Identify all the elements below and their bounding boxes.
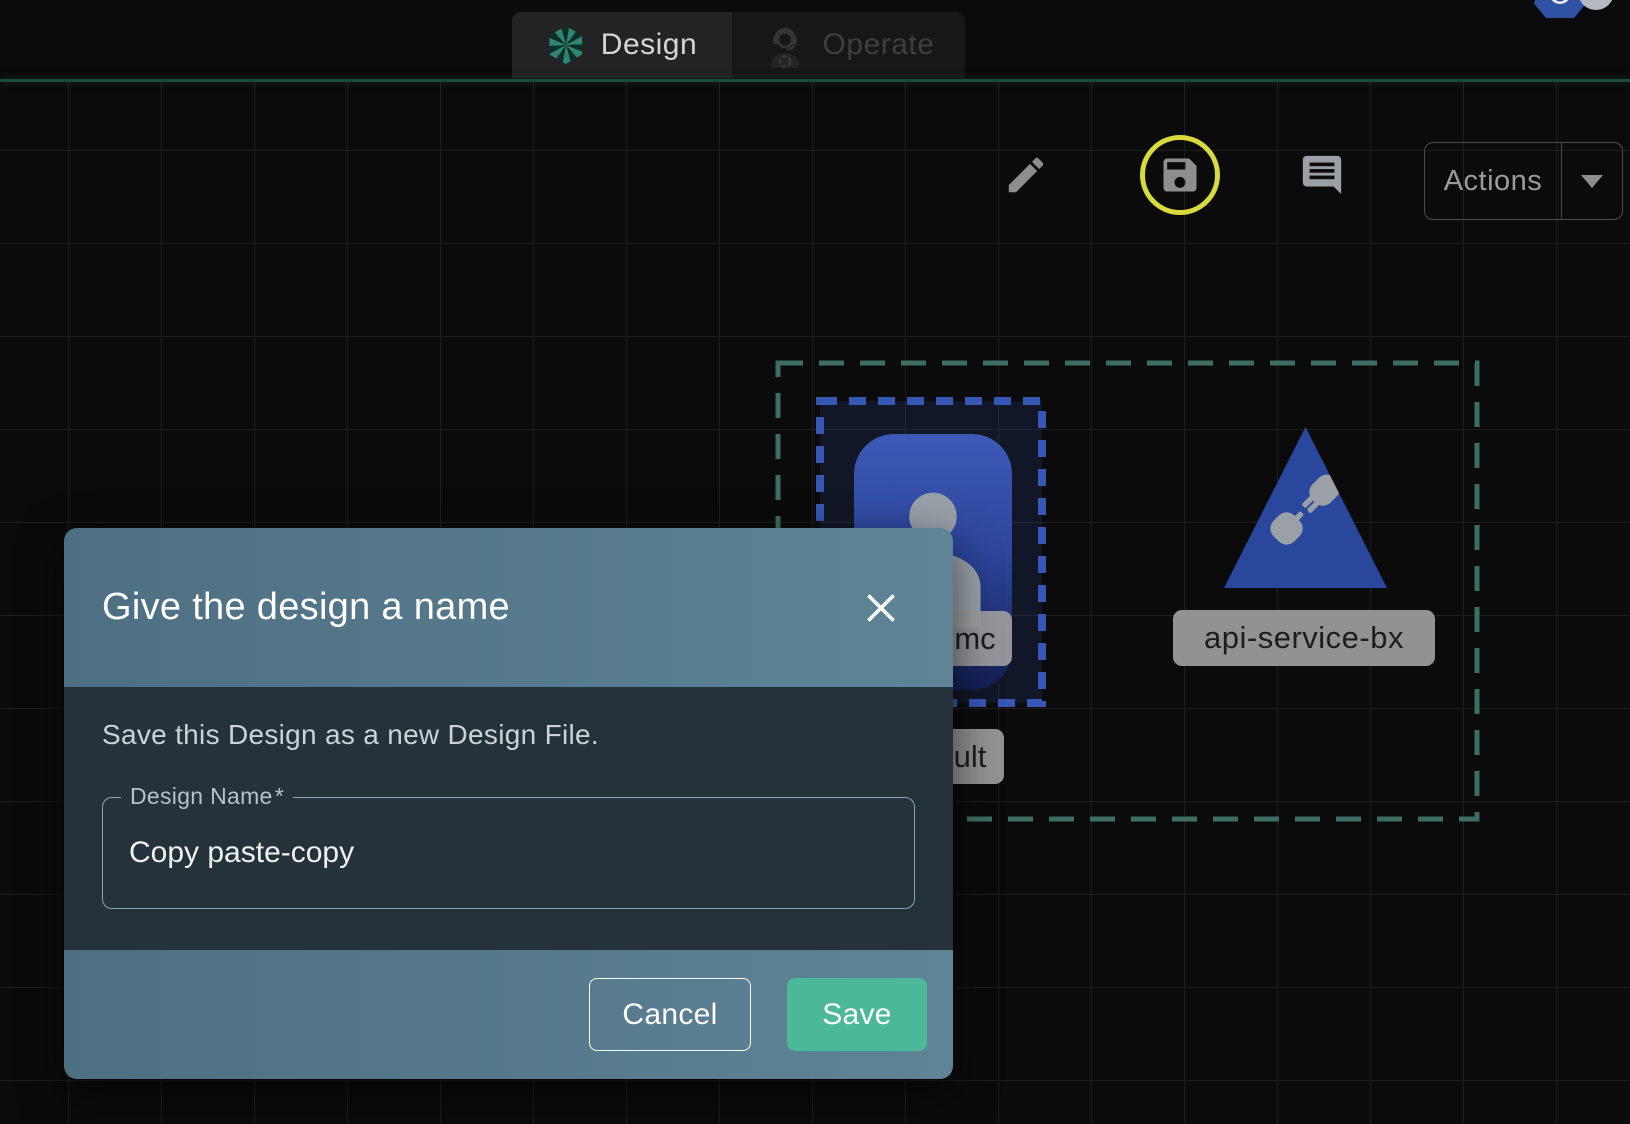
floppy-disk-icon (1158, 153, 1202, 197)
required-asterisk: * (275, 783, 284, 809)
kubernetes-node-partial[interactable] (1534, 0, 1586, 18)
actions-button[interactable]: Actions (1425, 143, 1561, 219)
tab-operate-label: Operate (823, 28, 935, 62)
dialog-close-button[interactable] (857, 584, 905, 632)
mode-tabs: Design Operate (512, 12, 965, 78)
actions-button-label: Actions (1444, 165, 1543, 198)
comment-button[interactable] (1296, 149, 1348, 201)
dialog-header: Give the design a name (64, 528, 953, 687)
design-name-label-text: Design Name (130, 783, 273, 809)
save-button-label: Save (822, 998, 892, 1032)
tab-operate[interactable]: Operate (732, 12, 965, 78)
cancel-button-label: Cancel (622, 998, 717, 1032)
design-name-field-label: Design Name * (121, 783, 293, 810)
close-icon (862, 589, 900, 627)
save-design-button[interactable] (1140, 135, 1220, 215)
meshery-design-screen: mc ult api-service-bx (0, 0, 1630, 1124)
save-button[interactable]: Save (787, 978, 927, 1051)
edit-design-button[interactable] (1000, 149, 1052, 201)
operator-headset-icon (763, 21, 807, 69)
namespace-label-text: ult (954, 739, 987, 775)
pencil-icon (1003, 152, 1049, 198)
api-service-label: api-service-bx (1173, 610, 1435, 666)
design-name-field: Design Name * (102, 797, 915, 909)
helm-wheel-icon (1542, 0, 1578, 14)
dialog-footer: Cancel Save (64, 950, 953, 1079)
api-service-label-text: api-service-bx (1204, 620, 1404, 656)
actions-dropdown-toggle[interactable] (1561, 143, 1622, 219)
dialog-title: Give the design a name (102, 586, 510, 629)
chevron-down-icon (1581, 175, 1603, 188)
dialog-body: Save this Design as a new Design File. D… (64, 687, 953, 950)
tab-design-label: Design (601, 28, 697, 62)
canvas-top-border (0, 79, 1630, 82)
design-name-input[interactable] (103, 798, 914, 908)
save-design-dialog: Give the design a name Save this Design … (64, 528, 953, 1079)
dialog-description: Save this Design as a new Design File. (102, 687, 915, 751)
avatar[interactable] (1578, 0, 1614, 10)
actions-split-button: Actions (1424, 142, 1623, 220)
top-bar: Design Operate (0, 0, 1630, 79)
user-node-label-text: mc (954, 621, 995, 657)
tab-design[interactable]: Design (512, 12, 732, 78)
meshery-logo-icon (547, 26, 585, 64)
comment-icon (1299, 152, 1345, 198)
cancel-button[interactable]: Cancel (589, 978, 751, 1051)
